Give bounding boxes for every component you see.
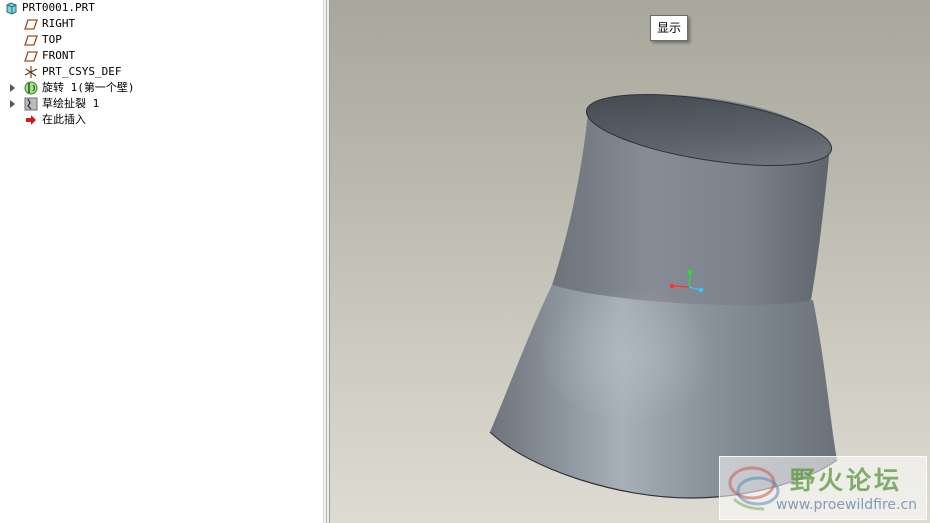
- expand-arrow-icon[interactable]: [10, 100, 15, 108]
- graphics-viewport[interactable]: 显示 野火论坛 www.proewildfire.cn: [330, 0, 930, 523]
- expand-arrow-icon[interactable]: [10, 84, 15, 92]
- watermark: 野火论坛 www.proewildfire.cn: [719, 456, 927, 520]
- tree-item-revolve[interactable]: 旋转 1(第一个壁): [24, 80, 135, 96]
- app-window: PRT0001.PRT RIGHT TOP FRONT PRT_CSYS_DEF…: [0, 0, 930, 523]
- tree-item-label: 旋转 1(第一个壁): [42, 81, 135, 94]
- tree-item-label: PRT_CSYS_DEF: [42, 65, 122, 78]
- datum-plane-icon: [24, 33, 38, 47]
- revolve-feature-icon: [24, 81, 38, 95]
- tree-item-label: 草绘扯裂 1: [42, 97, 100, 110]
- datum-plane-icon: [24, 17, 38, 31]
- watermark-title: 野火论坛: [790, 466, 903, 495]
- tree-item-insert-here[interactable]: 在此插入: [24, 112, 86, 128]
- sketch-rip-icon: [24, 97, 38, 111]
- tree-item-csys[interactable]: PRT_CSYS_DEF: [24, 64, 121, 80]
- watermark-url: www.proewildfire.cn: [776, 497, 918, 513]
- tree-item-sketch-rip[interactable]: 草绘扯裂 1: [24, 96, 99, 112]
- tree-item-label: 在此插入: [42, 113, 86, 126]
- part-icon: [4, 1, 18, 15]
- model-highlight: [540, 280, 720, 420]
- tree-item-top-plane[interactable]: TOP: [24, 32, 62, 48]
- tree-item-label: RIGHT: [42, 17, 76, 30]
- tree-item-label: TOP: [42, 33, 62, 46]
- tooltip-display: 显示: [650, 15, 689, 41]
- coordinate-system-icon: [24, 65, 38, 79]
- tree-item-front-plane[interactable]: FRONT: [24, 48, 75, 64]
- datum-plane-icon: [24, 49, 38, 63]
- insert-here-arrow-icon: [24, 113, 38, 127]
- panel-splitter[interactable]: [323, 0, 330, 523]
- tree-item-root-part[interactable]: PRT0001.PRT: [4, 0, 95, 16]
- tree-item-label: FRONT: [42, 49, 76, 62]
- tree-item-label: PRT0001.PRT: [22, 1, 95, 14]
- model-render[interactable]: [330, 0, 930, 523]
- model-tree[interactable]: PRT0001.PRT RIGHT TOP FRONT PRT_CSYS_DEF…: [0, 0, 323, 523]
- tree-item-right-plane[interactable]: RIGHT: [24, 16, 75, 32]
